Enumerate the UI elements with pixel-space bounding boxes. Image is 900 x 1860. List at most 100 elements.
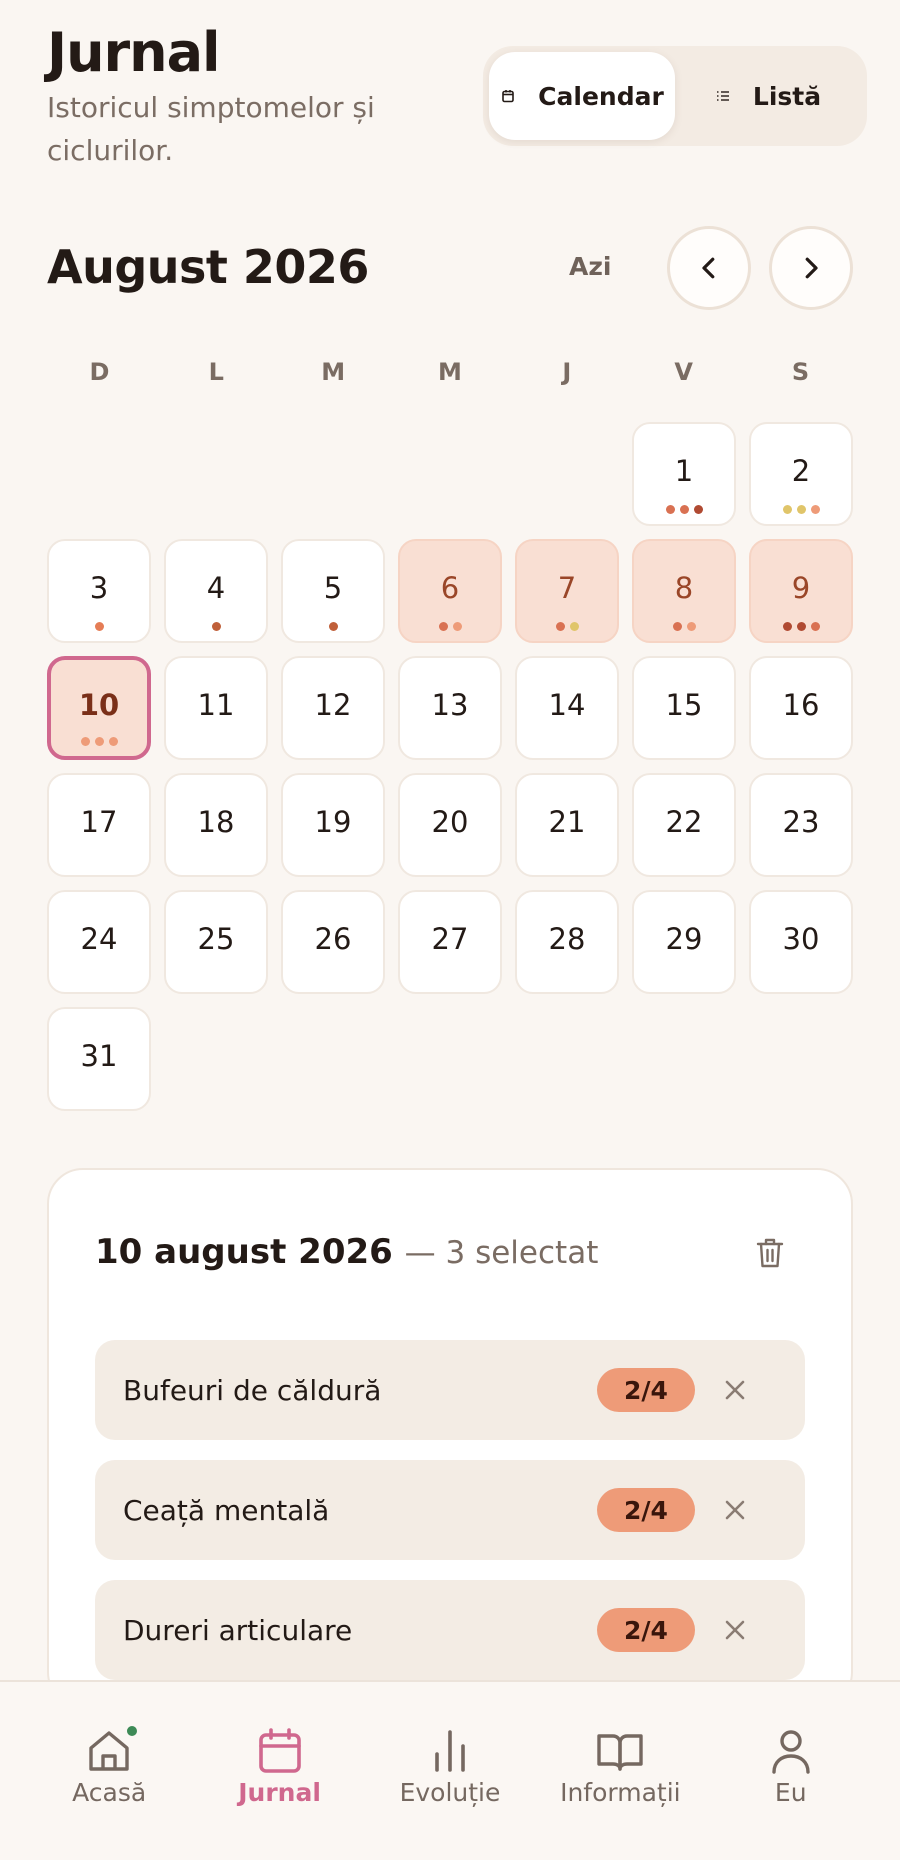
- day-number: 8: [674, 571, 694, 605]
- day-number: 22: [665, 805, 703, 839]
- calendar-view-button[interactable]: Calendar: [489, 52, 675, 140]
- close-icon[interactable]: [723, 1378, 747, 1402]
- calendar-day[interactable]: 2: [749, 422, 853, 526]
- day-number: 11: [197, 688, 235, 722]
- calendar-day[interactable]: 16: [749, 656, 853, 760]
- calendar-day[interactable]: 13: [398, 656, 502, 760]
- day-number: 21: [548, 805, 586, 839]
- calendar-day[interactable]: 26: [281, 890, 385, 994]
- calendar-day[interactable]: 28: [515, 890, 619, 994]
- selected-count: — 3 selectat: [404, 1235, 599, 1271]
- day-number: 19: [314, 805, 352, 839]
- day-number: 23: [782, 805, 820, 839]
- nav-label: Evoluție: [399, 1778, 501, 1807]
- calendar-day[interactable]: 25: [164, 890, 268, 994]
- day-number: 9: [791, 571, 811, 605]
- symptom-dots: [283, 622, 383, 631]
- calendar-grid: 1 2 3 4 5 6 7 8 9 10 11 12 13 14 15 16 17 18 19 20 21 22 23 24 2…: [47, 422, 853, 1111]
- calendar-day[interactable]: 19: [281, 773, 385, 877]
- nav-item-journal[interactable]: Jurnal: [200, 1682, 360, 1860]
- symptom-item[interactable]: Dureri articulare 2/4: [95, 1580, 805, 1680]
- day-number: 3: [89, 571, 109, 605]
- symptom-dot: [569, 622, 579, 631]
- day-number: 10: [78, 688, 120, 722]
- weekday-header: D L M M J V S: [47, 358, 853, 386]
- calendar-day[interactable]: 9: [749, 539, 853, 643]
- page-header: Jurnal Istoricul simptomelor și cicluril…: [47, 22, 867, 172]
- list-view-button[interactable]: Listă: [675, 52, 861, 140]
- day-number: 1: [674, 454, 694, 488]
- calendar-day[interactable]: 7: [515, 539, 619, 643]
- symptom-dot: [810, 622, 820, 631]
- day-number: 14: [548, 688, 586, 722]
- calendar-day[interactable]: 31: [47, 1007, 151, 1111]
- close-icon[interactable]: [723, 1498, 747, 1522]
- calendar-day[interactable]: 18: [164, 773, 268, 877]
- user-icon: [772, 1730, 810, 1774]
- symptom-dot: [672, 622, 682, 631]
- day-number: 7: [557, 571, 577, 605]
- nav-item-info[interactable]: Informații: [540, 1682, 700, 1860]
- symptom-dot: [80, 737, 90, 746]
- list-icon: [716, 91, 729, 101]
- symptom-dot: [810, 505, 820, 514]
- book-icon: [597, 1734, 644, 1771]
- calendar-day[interactable]: 3: [47, 539, 151, 643]
- close-icon[interactable]: [723, 1618, 747, 1642]
- symptom-dot: [328, 622, 338, 631]
- calendar-day[interactable]: 6: [398, 539, 502, 643]
- calendar-day[interactable]: 12: [281, 656, 385, 760]
- nav-item-home[interactable]: Acasă: [29, 1682, 189, 1860]
- symptom-name: Bufeuri de căldură: [123, 1373, 382, 1407]
- symptom-dot: [108, 737, 118, 746]
- symptom-list: Bufeuri de căldură 2/4 Ceață mentală 2/4 Dur…: [95, 1340, 805, 1680]
- day-number: 16: [782, 688, 820, 722]
- calendar-day[interactable]: 4: [164, 539, 268, 643]
- calendar-view-label: Calendar: [538, 81, 664, 111]
- symptom-dots: [751, 505, 851, 514]
- calendar-day[interactable]: 14: [515, 656, 619, 760]
- severity-badge: 2/4: [597, 1608, 695, 1652]
- month-title: August 2026: [47, 240, 369, 294]
- previous-month-button[interactable]: [667, 226, 751, 310]
- calendar-day[interactable]: 21: [515, 773, 619, 877]
- next-month-button[interactable]: [769, 226, 853, 310]
- symptom-dot: [94, 622, 104, 631]
- weekday-label: L: [208, 358, 224, 386]
- trash-icon[interactable]: [755, 1236, 785, 1270]
- calendar-day[interactable]: 5: [281, 539, 385, 643]
- calendar-day[interactable]: 30: [749, 890, 853, 994]
- symptom-item[interactable]: Bufeuri de căldură 2/4: [95, 1340, 805, 1440]
- day-number: 20: [431, 805, 469, 839]
- symptom-dot: [665, 505, 675, 514]
- symptom-dot: [782, 505, 792, 514]
- symptom-dots: [51, 737, 147, 746]
- calendar-day[interactable]: 8: [632, 539, 736, 643]
- calendar-day[interactable]: 1: [632, 422, 736, 526]
- calendar-day[interactable]: 23: [749, 773, 853, 877]
- severity-badge: 2/4: [597, 1368, 695, 1412]
- today-button[interactable]: Azi: [569, 252, 611, 281]
- nav-item-evolution[interactable]: Evoluție: [370, 1682, 530, 1860]
- symptom-dots: [49, 622, 149, 631]
- nav-item-profile[interactable]: Eu: [711, 1682, 871, 1860]
- calendar-day[interactable]: 22: [632, 773, 736, 877]
- selected-date: 10 august 2026 — 3 selectat: [95, 1232, 598, 1272]
- calendar-day[interactable]: 11: [164, 656, 268, 760]
- calendar-day-selected[interactable]: 10: [47, 656, 151, 760]
- calendar-day[interactable]: 15: [632, 656, 736, 760]
- view-toggle: Calendar Listă: [483, 46, 867, 146]
- symptom-item[interactable]: Ceață mentală 2/4: [95, 1460, 805, 1560]
- symptom-dots: [634, 505, 734, 514]
- nav-label: Acasă: [72, 1778, 147, 1807]
- calendar-day[interactable]: 24: [47, 890, 151, 994]
- selected-date-text: 10 august 2026: [95, 1232, 393, 1272]
- calendar-day[interactable]: 17: [47, 773, 151, 877]
- calendar-day[interactable]: 20: [398, 773, 502, 877]
- calendar-day[interactable]: 29: [632, 890, 736, 994]
- day-detail-card: 10 august 2026 — 3 selectat Bufeuri de c…: [47, 1168, 853, 1708]
- day-number: 25: [197, 922, 235, 956]
- symptom-dot: [782, 622, 792, 631]
- symptom-dot: [796, 622, 806, 631]
- calendar-day[interactable]: 27: [398, 890, 502, 994]
